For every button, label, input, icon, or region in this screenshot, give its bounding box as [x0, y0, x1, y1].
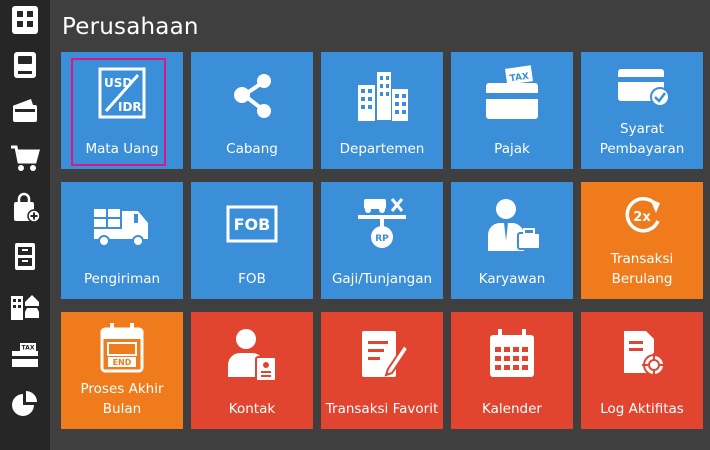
tile-karyawan[interactable]: Karyawan [451, 182, 573, 299]
tile-label: Karyawan [478, 271, 546, 287]
company-icon [12, 6, 38, 34]
tile-label: Gaji/Tunjangan [331, 271, 433, 287]
tile-pajak[interactable]: TAX Pajak [451, 52, 573, 169]
usd-idr-icon: USD IDR [98, 67, 146, 119]
tax-icon: TAX [486, 65, 538, 119]
sidebar-item-cabinet[interactable] [6, 238, 44, 274]
sidebar-item-wallet[interactable] [6, 92, 44, 128]
sidebar-item-cart[interactable] [6, 140, 44, 176]
tile-label: Proses Akhir Bulan [80, 381, 164, 417]
recurring-2x-icon: 2x [625, 197, 660, 233]
tile-label: Transaksi Berulang [610, 251, 674, 287]
tile-proses-akhir-bulan[interactable]: END Proses Akhir Bulan [61, 312, 183, 429]
tile-kalender[interactable]: Kalender [451, 312, 573, 429]
tile-label: Mata Uang [85, 141, 159, 157]
tile-label: Log Aktifitas [600, 401, 684, 417]
pie-chart-icon [12, 391, 37, 416]
building-car-icon [11, 295, 39, 320]
cabinet-icon [15, 243, 35, 270]
sidebar-item-reports[interactable] [6, 386, 44, 422]
sidebar-item-tax[interactable]: TAX [6, 336, 44, 372]
page-title: Perusahaan [62, 14, 199, 40]
edit-document-icon [362, 331, 410, 377]
tile-kontak[interactable]: Kontak [191, 312, 313, 429]
2x-text: 2x [633, 210, 651, 225]
share-network-icon [234, 74, 271, 118]
tile-label: Kontak [228, 401, 276, 417]
tile-label: Cabang [226, 141, 278, 157]
sidebar-item-shopping-bag[interactable] [6, 190, 44, 226]
sidebar-item-ledger[interactable] [6, 47, 44, 83]
cart-icon [11, 145, 40, 171]
employee-icon [488, 199, 541, 251]
credit-card-check-icon [618, 69, 670, 107]
tile-label: Syarat Pembayaran [599, 121, 685, 157]
tile-pengiriman[interactable]: Pengiriman [61, 182, 183, 299]
buildings-icon [358, 70, 408, 122]
tax-text: TAX [509, 72, 530, 85]
tile-label: Pengiriman [83, 271, 161, 287]
tile-syarat-pembayaran[interactable]: Syarat Pembayaran [581, 52, 703, 169]
svg-text:TAX: TAX [22, 345, 35, 352]
rp-text: RP [375, 234, 389, 244]
tile-transaksi-favorit[interactable]: Transaksi Favorit [321, 312, 443, 429]
wallet-icon [13, 99, 37, 122]
tax-ticket-icon: TAX [12, 343, 38, 367]
fob-text: FOB [234, 215, 271, 234]
tile-transaksi-berulang[interactable]: 2x Transaksi Berulang [581, 182, 703, 299]
usd-text: USD [104, 76, 132, 90]
tile-mata-uang[interactable]: USD IDR Mata Uang [61, 52, 183, 169]
tile-gaji-tunjangan[interactable]: RP Gaji/Tunjangan [321, 182, 443, 299]
fob-icon: FOB [226, 205, 278, 243]
tile-label: Kalender [482, 401, 542, 417]
sidebar-item-company[interactable] [6, 2, 44, 38]
tile-log-aktifitas[interactable]: Log Aktifitas [581, 312, 703, 429]
tile-fob[interactable]: FOB FOB [191, 182, 313, 299]
tile-departemen[interactable]: Departemen [321, 52, 443, 169]
salary-scale-icon: RP [358, 198, 406, 248]
contact-icon [228, 329, 277, 382]
calendar-end-icon: END [100, 323, 144, 373]
tile-cabang[interactable]: Cabang [191, 52, 313, 169]
shopping-bag-add-icon [14, 192, 41, 223]
end-text: END [113, 358, 132, 367]
document-target-icon [624, 331, 666, 377]
tile-label: Pajak [494, 141, 530, 157]
sidebar: TAX [0, 0, 50, 450]
tile-label: Transaksi Favorit [325, 401, 439, 417]
ledger-icon [14, 52, 36, 78]
idr-text: IDR [118, 100, 142, 114]
tile-label: Departemen [339, 141, 425, 157]
tile-label: FOB [238, 271, 266, 287]
delivery-truck-icon [94, 209, 148, 247]
calendar-icon [490, 329, 534, 377]
sidebar-item-building-car[interactable] [6, 288, 44, 324]
